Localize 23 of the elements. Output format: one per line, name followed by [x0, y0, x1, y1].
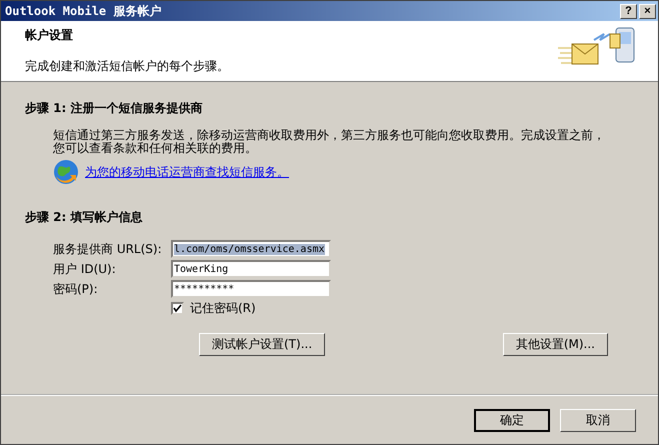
- header-subtitle: 完成创建和激活短信帐户的每个步骤。: [25, 58, 230, 75]
- step-heading: 步骤 1: 注册一个短信服务提供商: [25, 100, 204, 117]
- field-label: 密码(P):: [53, 280, 99, 298]
- input-field[interactable]: TowerKing: [171, 260, 331, 278]
- cancel-button[interactable]: 取消: [560, 408, 636, 432]
- checkbox-label: 记住密码(R): [190, 300, 256, 317]
- header-title: 帐户设置: [25, 27, 74, 44]
- help-button[interactable]: ?: [620, 4, 637, 18]
- window-title: Outlook Mobile 服务帐户: [5, 2, 162, 20]
- test-settings-button[interactable]: 测试帐户设置(T)...: [199, 333, 326, 356]
- provider-link[interactable]: 为您的移动电话运营商查找短信服务。: [85, 164, 289, 180]
- close-button[interactable]: ×: [639, 4, 656, 18]
- input-field[interactable]: **********: [171, 280, 331, 298]
- field-label: 用户 ID(U):: [53, 260, 117, 278]
- globe-icon: [53, 159, 79, 185]
- field-label: 服务提供商 URL(S):: [53, 240, 163, 258]
- checkbox-box[interactable]: [171, 302, 184, 315]
- more-settings-button[interactable]: 其他设置(M)...: [502, 333, 608, 356]
- step-description: 短信通过第三方服务发送，除移动运营商收取费用外，第三方服务也可能向您收取费用。完成设置之前，您可以查看条款和任何相关联的费用。: [53, 129, 606, 155]
- ok-button[interactable]: 确定: [474, 408, 550, 432]
- step-heading: 步骤 2: 填写帐户信息: [25, 209, 144, 226]
- input-field[interactable]: l.com/oms/omsservice.asmx: [171, 240, 331, 258]
- remember-checkbox[interactable]: 记住密码(R): [171, 300, 331, 317]
